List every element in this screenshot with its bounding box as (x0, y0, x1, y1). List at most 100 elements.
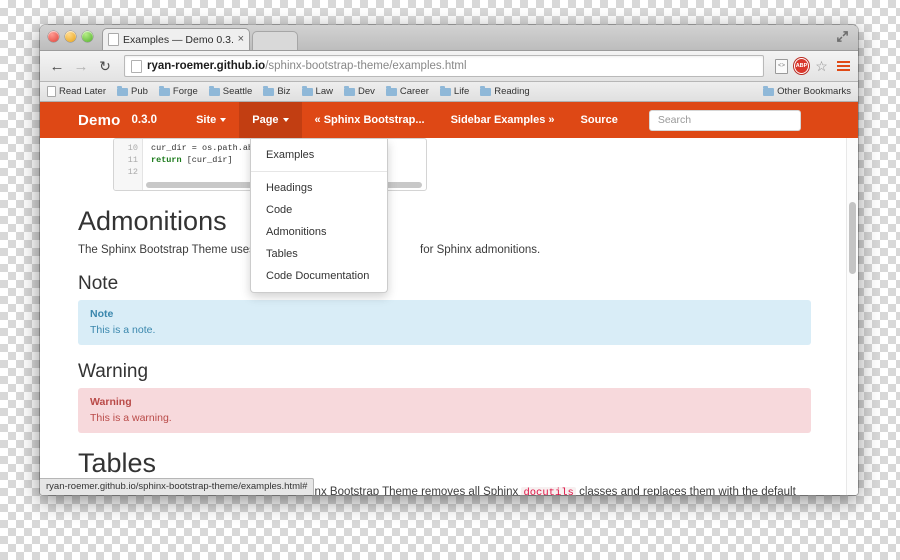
maximize-window-button[interactable] (82, 31, 93, 42)
folder-icon (763, 85, 775, 96)
tab-favicon-icon (108, 33, 119, 46)
navbar-item-source[interactable]: Source (568, 102, 631, 138)
search-input[interactable]: Search (648, 109, 801, 131)
note-title: Note (90, 308, 114, 320)
navbar-item-page[interactable]: Page (239, 102, 302, 138)
tab-title: Examples — Demo 0.3.0 d (123, 33, 234, 46)
window-traffic-lights (48, 31, 93, 42)
bookmark-label: Seattle (222, 86, 253, 97)
navbar-item-site[interactable]: Site (183, 102, 239, 138)
chevron-down-icon (220, 118, 227, 122)
dropdown-item-code[interactable]: Code (251, 199, 387, 221)
admonitions-intro-left: The Sphinx Bootstrap Theme uses th (78, 244, 268, 256)
bookmark-item[interactable]: Law (301, 85, 333, 97)
bookmark-item[interactable]: Dev (343, 85, 375, 97)
page-scrollbar-track[interactable] (846, 138, 858, 495)
navbar-brand[interactable]: Demo (40, 112, 120, 129)
browser-toolbar: ← → ↻ ryan-roemer.github.io/sphinx-boots… (40, 51, 858, 82)
bookmark-star-icon[interactable]: ☆ (814, 59, 829, 74)
code-keyword: return (151, 155, 182, 165)
bookmark-label: Dev (357, 86, 375, 97)
back-button[interactable]: ← (48, 57, 66, 75)
other-bookmarks-item[interactable]: Other Bookmarks (763, 85, 851, 97)
extension-icons: <> ABP ☆ (774, 58, 850, 74)
dropdown-item-tables[interactable]: Tables (251, 243, 387, 265)
tab-close-icon[interactable]: × (238, 34, 244, 45)
note-admonition: Note This is a note. (78, 300, 811, 345)
bookmark-item[interactable]: Pub (117, 85, 148, 97)
dropdown-item-admonitions[interactable]: Admonitions (251, 221, 387, 243)
page-icon (47, 86, 56, 97)
folder-icon (439, 85, 451, 96)
other-bookmarks-label: Other Bookmarks (777, 86, 851, 97)
navbar-item-prev[interactable]: « Sphinx Bootstrap... (302, 102, 438, 138)
url-domain: ryan-roemer.github.io (147, 60, 266, 72)
heading-warning: Warning (78, 361, 149, 382)
warning-title: Warning (90, 396, 132, 408)
code-rest: [cur_dir] (181, 155, 233, 165)
bookmark-item[interactable]: Reading (480, 85, 530, 97)
browser-tab[interactable]: Examples — Demo 0.3.0 d × (102, 28, 250, 50)
dropdown-item-examples[interactable]: Examples (251, 144, 387, 166)
reload-button[interactable]: ↻ (96, 57, 114, 75)
bookmark-label: Forge (172, 86, 198, 97)
dropdown-item-headings[interactable]: Headings (251, 177, 387, 199)
minimize-window-button[interactable] (65, 31, 76, 42)
address-bar[interactable]: ryan-roemer.github.io/sphinx-bootstrap-t… (124, 55, 764, 77)
link-status-bar: ryan-roemer.github.io/sphinx-bootstrap-t… (40, 478, 315, 495)
hamburger-menu-icon[interactable] (834, 61, 850, 71)
inline-code-docutils: docutils (521, 487, 576, 495)
bookmark-label: Reading (494, 86, 530, 97)
heading-tables: Tables (78, 448, 157, 478)
navbar-item-label: Site (196, 114, 217, 126)
bookmark-label: Biz (277, 86, 291, 97)
navbar-item-label: Page (252, 114, 279, 126)
tables-paragraph: inx Bootstrap Theme removes all Sphinx d… (312, 486, 796, 495)
page-dropdown-menu: Examples Headings Code Admonitions Table… (250, 139, 388, 293)
code-line-numbers: 10 11 12 (114, 139, 143, 190)
bookmark-label: Life (453, 86, 470, 97)
bookmark-item[interactable]: Biz (263, 85, 291, 97)
browser-window: Examples — Demo 0.3.0 d × ← → ↻ ryan-roe… (40, 25, 858, 495)
bookmark-item[interactable]: Seattle (208, 85, 253, 97)
forward-button[interactable]: → (72, 57, 90, 75)
tables-text-part1: inx Bootstrap Theme removes all Sphinx (312, 486, 522, 495)
close-window-button[interactable] (48, 31, 59, 42)
search-placeholder: Search (657, 114, 692, 126)
bookmark-item[interactable]: Life (439, 85, 470, 97)
bookmarks-bar: Read Later Pub Forge Seattle Biz Law Dev… (40, 82, 858, 102)
adblock-icon[interactable]: ABP (794, 58, 809, 74)
page-scrollbar-thumb[interactable] (849, 202, 856, 274)
bookmark-label: Career (399, 86, 429, 97)
bookmark-label: Read Later (59, 86, 107, 97)
code-extension-icon[interactable]: <> (774, 58, 789, 74)
warning-admonition: Warning This is a warning. (78, 388, 811, 433)
folder-icon (263, 85, 275, 96)
bookmark-label: Law (315, 86, 333, 97)
navbar-version: 0.3.0 (131, 114, 158, 126)
site-favicon-icon (131, 59, 142, 73)
admonitions-intro-right: for Sphinx admonitions. (420, 244, 541, 256)
chevron-down-icon (282, 118, 289, 122)
folder-icon (385, 85, 397, 96)
note-text: This is a note. (90, 324, 156, 336)
dropdown-item-code-documentation[interactable]: Code Documentation (251, 265, 387, 287)
bookmark-item[interactable]: Career (385, 85, 429, 97)
page-content: 10 11 12 cur_dir = os.path.abs le__)) retu… (40, 138, 858, 495)
folder-icon (480, 85, 492, 96)
fullscreen-expand-icon[interactable] (836, 30, 849, 43)
bookmark-item[interactable]: Read Later (47, 86, 106, 97)
url-path: /sphinx-bootstrap-theme/examples.html (265, 60, 467, 72)
folder-icon (208, 85, 220, 96)
navbar-item-sidebar-examples[interactable]: Sidebar Examples » (438, 102, 568, 138)
tables-text-part2: classes and replaces them with the defau… (575, 486, 796, 495)
new-tab-button[interactable] (252, 31, 298, 50)
warning-text: This is a warning. (90, 412, 172, 424)
folder-icon (158, 85, 170, 96)
bookmark-item[interactable]: Forge (158, 85, 198, 97)
navbar-item-label: Sidebar Examples » (450, 114, 555, 126)
folder-icon (343, 85, 355, 96)
dropdown-separator (251, 171, 387, 172)
folder-icon (117, 85, 129, 96)
tab-strip: Examples — Demo 0.3.0 d × (40, 25, 858, 51)
